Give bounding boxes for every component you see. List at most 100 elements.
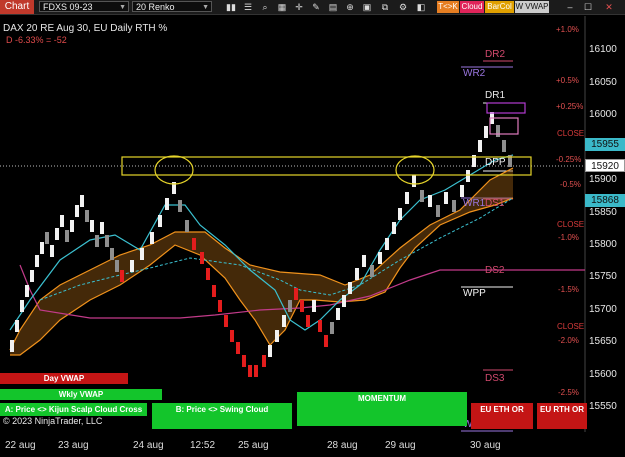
- barcol-button[interactable]: BarCol: [485, 1, 514, 13]
- renko-brick: [288, 300, 292, 312]
- date-label: 29 aug: [385, 440, 416, 451]
- rth-range-box: [489, 117, 519, 135]
- renko-brick: [472, 155, 476, 167]
- renko-brick: [342, 295, 346, 307]
- zoom-icon[interactable]: ⊕: [345, 2, 355, 12]
- renko-brick: [45, 232, 49, 244]
- grid-icon[interactable]: ▦: [277, 2, 287, 12]
- renko-brick: [412, 175, 416, 187]
- close-label: CLOSE: [557, 220, 585, 229]
- strategy-icon[interactable]: ◧: [416, 2, 426, 12]
- renko-brick: [294, 288, 298, 300]
- renko-brick: [158, 215, 162, 227]
- window-icon[interactable]: ⧉: [380, 2, 390, 12]
- renko-brick: [508, 155, 512, 167]
- bar-type-selector[interactable]: 20 Renko ▼: [132, 1, 212, 12]
- kijun-line: [9, 154, 514, 331]
- renko-brick: [466, 170, 470, 182]
- list-icon[interactable]: ☰: [243, 2, 253, 12]
- highlight-circle: [395, 155, 435, 185]
- renko-brick: [110, 248, 114, 260]
- renko-brick: [90, 220, 94, 232]
- renko-brick: [115, 260, 119, 272]
- cloud-button[interactable]: Cloud: [460, 1, 484, 13]
- renko-brick: [262, 355, 266, 367]
- renko-brick: [318, 320, 322, 332]
- renko-brick: [172, 182, 176, 194]
- renko-brick: [30, 270, 34, 282]
- price-tick: 16050: [589, 77, 617, 88]
- date-label: 23 aug: [58, 440, 89, 451]
- templates-icon[interactable]: ▣: [362, 2, 372, 12]
- percent-label: -1.5%: [558, 285, 579, 294]
- percent-label: -1.0%: [558, 233, 579, 242]
- renko-brick: [15, 320, 19, 332]
- renko-brick: [362, 255, 366, 267]
- minimize-icon[interactable]: –: [565, 2, 575, 12]
- renko-brick: [40, 242, 44, 254]
- renko-brick: [150, 232, 154, 244]
- momentum-signal: MOMENTUM: [297, 392, 467, 426]
- chart-toolbar: Chart FDXS 09-23 ▼ 20 Renko ▼ ▮▮ ☰ ⌕ ▦ ✛…: [0, 0, 625, 15]
- renko-brick: [242, 355, 246, 367]
- renko-brick: [200, 252, 204, 264]
- renko-brick: [452, 200, 456, 212]
- renko-brick: [385, 238, 389, 250]
- renko-brick: [35, 255, 39, 267]
- date-label: 24 aug: [133, 440, 164, 451]
- chart-style-icon[interactable]: ▤: [328, 2, 338, 12]
- close-icon[interactable]: ✕: [604, 2, 614, 12]
- renko-brick: [65, 230, 69, 242]
- renko-brick: [254, 365, 258, 377]
- price-tick: 15850: [589, 207, 617, 218]
- renko-brick: [60, 215, 64, 227]
- price-tick: 15700: [589, 304, 617, 315]
- renko-brick: [460, 185, 464, 197]
- day-vwap-signal: Day VWAP: [0, 373, 128, 384]
- last-price-tag: 15920: [585, 159, 625, 172]
- crosshair-icon[interactable]: ✛: [294, 2, 304, 12]
- vwap-button[interactable]: W VWAP: [515, 1, 549, 13]
- chart-tab[interactable]: Chart: [0, 0, 34, 14]
- renko-brick: [120, 270, 124, 282]
- upper-band-price-tag: 15955: [585, 138, 625, 151]
- wkly-vwap-signal: Wkly VWAP: [0, 389, 162, 400]
- tk-button[interactable]: T<>K: [437, 1, 459, 13]
- maximize-icon[interactable]: ☐: [583, 2, 593, 12]
- properties-icon[interactable]: ⚙: [398, 2, 408, 12]
- renko-brick: [85, 210, 89, 222]
- renko-brick: [100, 222, 104, 234]
- renko-brick: [490, 112, 494, 124]
- bars-icon[interactable]: ▮▮: [226, 2, 236, 12]
- copyright-label: © 2023 NinjaTrader, LLC: [3, 416, 103, 426]
- kijun-cloud-signal: A: Price <> Kijun Scalp Cloud Cross: [0, 403, 147, 416]
- renko-brick: [140, 248, 144, 260]
- renko-brick: [224, 315, 228, 327]
- price-tick: 15750: [589, 271, 617, 282]
- renko-brick: [348, 282, 352, 294]
- renko-brick: [306, 315, 310, 327]
- price-tick: 16000: [589, 109, 617, 120]
- renko-brick: [165, 198, 169, 210]
- price-tick: 16100: [589, 44, 617, 55]
- pivot-dpp: DPP: [485, 157, 506, 168]
- renko-brick: [236, 342, 240, 354]
- pivot-dr1: DR1: [485, 90, 506, 101]
- renko-brick: [105, 235, 109, 247]
- daily-change-label: D -6.33% = -52: [6, 35, 67, 45]
- renko-brick: [20, 300, 24, 312]
- percent-label: -2.5%: [558, 388, 579, 397]
- renko-brick: [248, 365, 252, 377]
- renko-brick: [336, 308, 340, 320]
- renko-brick: [212, 285, 216, 297]
- draw-icon[interactable]: ✎: [311, 2, 321, 12]
- search-icon[interactable]: ⌕: [260, 2, 270, 12]
- chevron-down-icon: ▼: [202, 4, 209, 11]
- pivot-wpp: WPP: [463, 288, 486, 299]
- instrument-selector[interactable]: FDXS 09-23 ▼: [39, 1, 129, 12]
- renko-brick: [268, 345, 272, 357]
- close-label: CLOSE: [557, 129, 585, 138]
- renko-brick: [75, 205, 79, 217]
- renko-brick: [192, 238, 196, 250]
- pivot-wr2: WR2: [463, 68, 486, 79]
